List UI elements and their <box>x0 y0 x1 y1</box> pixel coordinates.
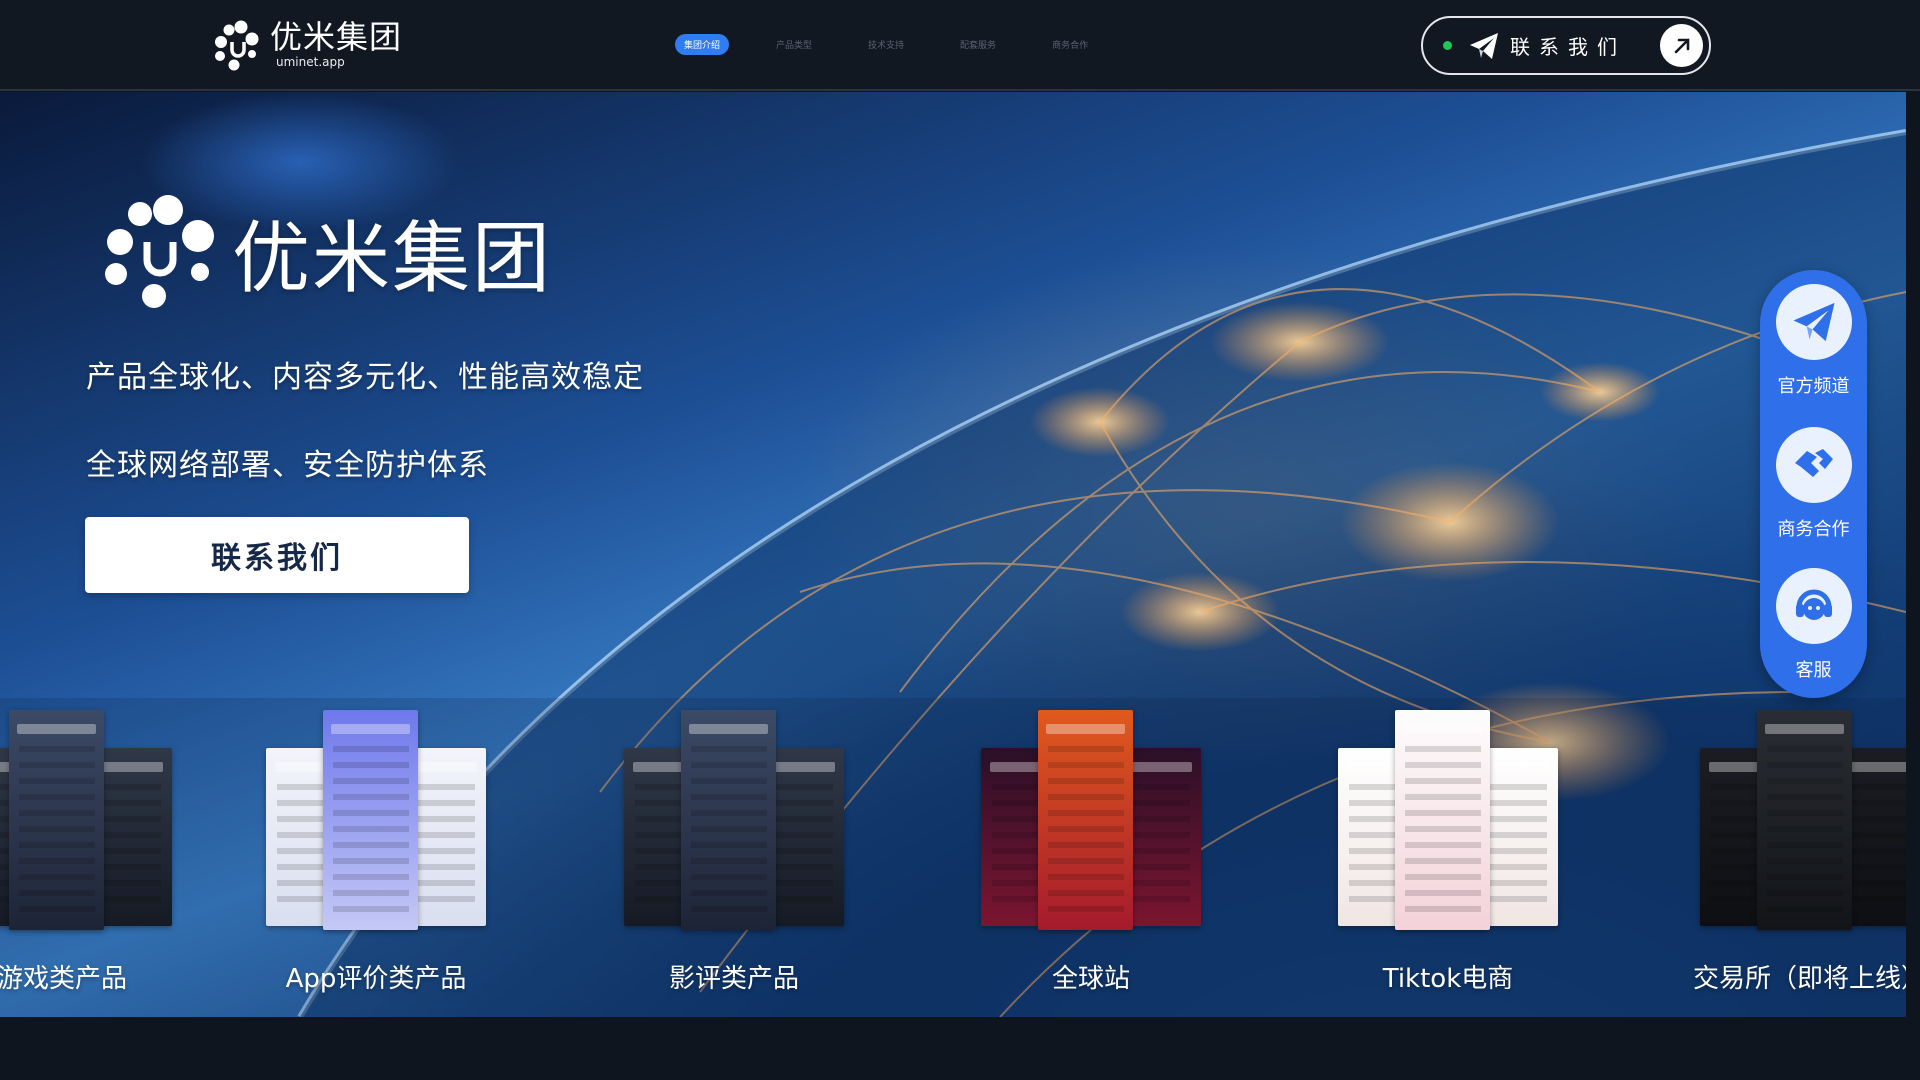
product-card-tiktok-shop[interactable]: Tiktok电商 <box>1298 698 1598 995</box>
arrow-up-right-icon <box>1660 24 1703 67</box>
hero-tagline-secondary: 全球网络部署、安全防护体系 <box>86 448 489 483</box>
customer-service-label: 客服 <box>1795 660 1832 681</box>
nav-item-about[interactable]: 集团介绍 <box>675 34 730 55</box>
contact-us-label: 联系我们 <box>1510 35 1626 59</box>
product-label: 影评类产品 <box>668 964 799 994</box>
product-label: 全球站 <box>1051 964 1130 994</box>
official-channel-label: 官方频道 <box>1777 376 1850 397</box>
online-status-dot <box>1443 41 1452 50</box>
official-channel-button[interactable]: 官方频道 <box>1760 284 1867 398</box>
product-card-app-reviews[interactable]: App评价类产品 <box>226 698 526 995</box>
business-cooperation-button[interactable]: 商务合作 <box>1760 427 1867 541</box>
customer-service-button[interactable]: 客服 <box>1760 568 1867 682</box>
nav-item-services[interactable]: 配套服务 <box>951 34 1005 55</box>
handshake-icon <box>1775 427 1852 503</box>
product-preview-global-site <box>941 698 1241 938</box>
hero-banner: 优米集团 产品全球化、内容多元化、性能高效稳定 全球网络部署、安全防护体系 联系… <box>0 92 1906 1017</box>
product-card-exchange[interactable]: 交易所（即将上线） <box>1660 698 1906 995</box>
product-preview-tiktok-shop <box>1298 698 1598 938</box>
product-card-games[interactable]: 游戏类产品 <box>0 698 212 995</box>
product-preview-movie-reviews <box>584 698 884 938</box>
product-label: App评价类产品 <box>285 964 467 994</box>
product-preview-exchange <box>1660 698 1906 938</box>
hero-tagline-primary: 产品全球化、内容多元化、性能高效稳定 <box>86 360 644 395</box>
telegram-icon <box>1775 284 1852 360</box>
umi-logo-icon <box>215 20 259 71</box>
top-navigation-bar: 优米集团 uminet.app 集团介绍 产品类型 技术支持 配套服务 商务合作… <box>0 0 1920 91</box>
nav-item-business[interactable]: 商务合作 <box>1043 34 1097 55</box>
hero-contact-button[interactable]: 联系我们 <box>85 517 469 593</box>
product-label: 游戏类产品 <box>0 964 127 994</box>
hero-brand-name: 优米集团 <box>232 214 553 304</box>
product-preview-games <box>0 698 212 938</box>
brand-logo[interactable]: 优米集团 uminet.app <box>210 18 402 74</box>
product-card-global-site[interactable]: 全球站 <box>941 698 1241 995</box>
nav-item-products[interactable]: 产品类型 <box>767 34 821 55</box>
product-label: 交易所（即将上线） <box>1692 964 1906 994</box>
brand-domain: uminet.app <box>276 55 345 69</box>
product-preview-app-reviews <box>226 698 526 938</box>
umi-logo-icon <box>105 195 214 308</box>
brand-name: 优米集团 <box>270 18 403 56</box>
product-carousel: 游戏类产品 App评价类产品 影评类产品 全球站 Tiktok电商 交易所（即将… <box>0 698 1906 1017</box>
customer-service-icon <box>1775 568 1852 644</box>
product-card-movie-reviews[interactable]: 影评类产品 <box>584 698 884 995</box>
main-nav: 集团介绍 产品类型 技术支持 配套服务 商务合作 <box>675 34 1097 55</box>
hero-logo: 优米集团 <box>92 192 552 312</box>
contact-us-button[interactable]: 联系我们 <box>1421 16 1711 75</box>
telegram-plane-icon <box>1470 32 1498 59</box>
business-cooperation-label: 商务合作 <box>1777 519 1850 540</box>
floating-contact-panel: 官方频道 商务合作 客服 <box>1760 270 1867 698</box>
product-label: Tiktok电商 <box>1382 964 1514 994</box>
nav-item-tech-support[interactable]: 技术支持 <box>859 34 913 55</box>
